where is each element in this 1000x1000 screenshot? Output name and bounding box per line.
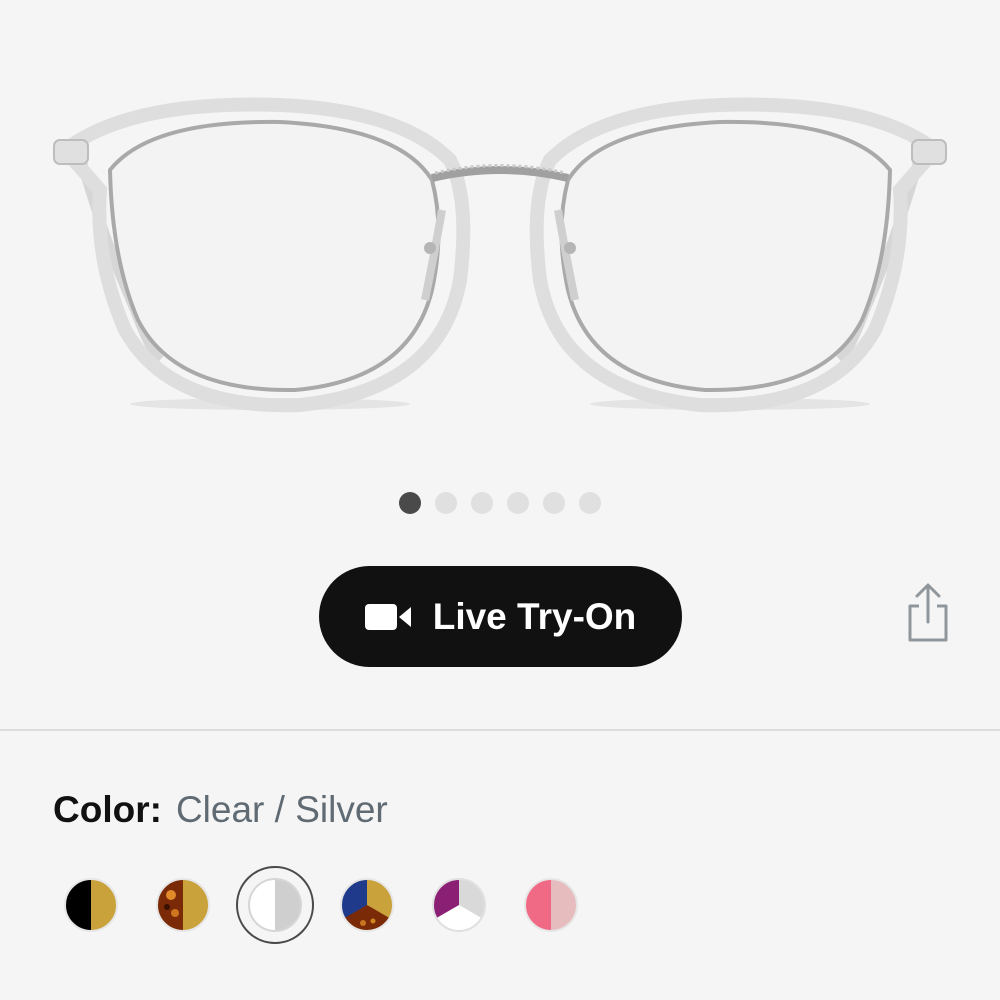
pager-dot-4[interactable] [507,492,529,514]
product-image-eyeglasses [53,97,947,413]
pager-dot-3[interactable] [471,492,493,514]
pager-dot-1[interactable] [399,492,421,514]
video-camera-icon [364,602,411,632]
image-pager [0,492,1000,516]
swatch-navy-gold-tortoise[interactable] [322,860,412,950]
live-try-on-button[interactable]: Live Try-On [319,566,682,667]
share-icon [908,583,948,642]
swatch-black-gold[interactable] [46,860,136,950]
color-label: Color: [53,789,162,830]
pager-dot-2[interactable] [435,492,457,514]
pager-dot-5[interactable] [543,492,565,514]
color-value: Clear / Silver [175,789,388,830]
swatch-tortoise-gold[interactable] [138,860,228,950]
color-selection-label: Color: Clear / Silver [53,788,388,832]
share-button[interactable] [898,578,958,648]
section-divider [0,729,1000,731]
live-try-on-label: Live Try-On [432,595,637,637]
swatch-purple-clear[interactable] [414,860,504,950]
product-gallery[interactable]: Live Try-On [0,0,1000,730]
product-page: Live Try-On Color: Clear / Silver [0,0,1000,1000]
swatch-clear-silver[interactable] [236,866,314,944]
color-swatches [0,860,1000,950]
pager-dot-6[interactable] [579,492,601,514]
swatch-pink-blush[interactable] [506,860,596,950]
